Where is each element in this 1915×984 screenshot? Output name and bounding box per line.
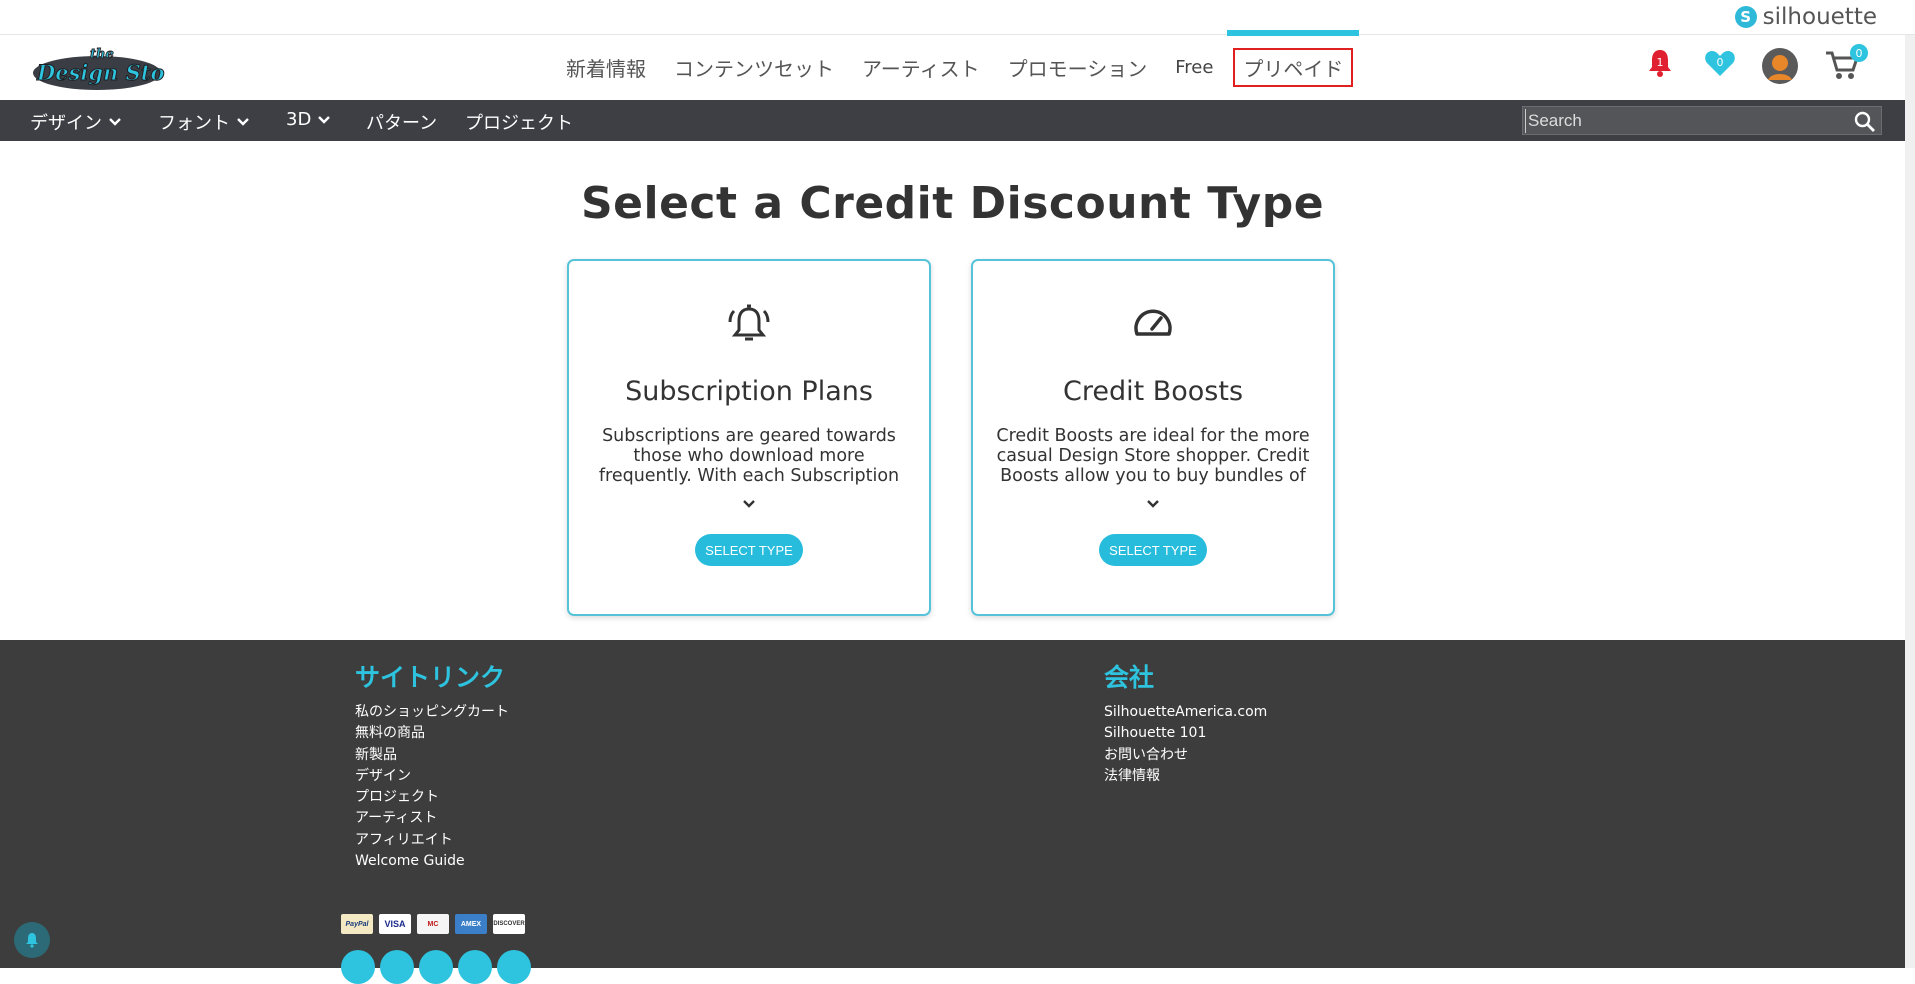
top-bar: S silhouette (0, 0, 1915, 35)
footer-link-legal[interactable]: 法律情報 (1104, 766, 1267, 787)
search-icon[interactable] (1853, 110, 1877, 134)
subnav-patterns-label: パターン (366, 113, 438, 134)
subnav-projects-label: プロジェクト (465, 113, 573, 134)
subnav-3d-label: 3D (286, 109, 312, 130)
nav-prepaid[interactable]: プリペイド (1227, 30, 1360, 87)
discover-icon: DISCOVER (493, 914, 525, 934)
cart-icon: 0 (1826, 44, 1868, 79)
pinterest-icon[interactable] (419, 950, 453, 984)
credit-boosts-card[interactable]: Credit Boosts Credit Boosts are ideal fo… (971, 259, 1335, 616)
bell-icon (26, 933, 38, 948)
card-description: Credit Boosts are ideal for the more cas… (996, 426, 1310, 486)
scrollbar[interactable] (1905, 35, 1915, 968)
subnav-fonts[interactable]: フォント (158, 109, 250, 135)
footer-sitelinks-heading: サイトリンク (355, 663, 506, 692)
footer-link-silhouette-america[interactable]: SilhouetteAmerica.com (1104, 702, 1267, 723)
nav-new[interactable]: 新着情報 (566, 53, 646, 82)
footer-link-artists[interactable]: アーティスト (355, 808, 509, 829)
silhouette-brand[interactable]: S silhouette (1734, 4, 1877, 30)
account-button[interactable] (1762, 48, 1798, 89)
footer-link-new[interactable]: 新製品 (355, 745, 509, 766)
footer-company-heading: 会社 (1104, 663, 1155, 692)
card-title: Credit Boosts (1062, 376, 1244, 407)
footer-link-welcome-guide[interactable]: Welcome Guide (355, 851, 509, 872)
chevron-down-icon (318, 115, 331, 124)
footer-company: 会社 SilhouetteAmerica.com Silhouette 101 … (1104, 658, 1267, 787)
card-icon-wrap (973, 301, 1333, 347)
notifications-button[interactable]: 1 (1645, 47, 1675, 84)
card-title: Subscription Plans (625, 376, 873, 407)
footer: サイトリンク 私のショッピングカート 無料の商品 新製品 デザイン プロジェクト… (0, 640, 1905, 984)
subnav-fonts-label: フォント (158, 113, 230, 134)
expand-toggle[interactable] (973, 498, 1333, 510)
social-links (341, 950, 531, 984)
nav-free[interactable]: Free (1175, 57, 1213, 78)
main-nav: 新着情報 コンテンツセット アーティスト プロモーション Free プリペイド (566, 30, 1381, 100)
select-credit-boost-button[interactable]: SELECT TYPE (1099, 534, 1207, 566)
subscription-plans-card[interactable]: Subscription Plans Subscriptions are gea… (567, 259, 931, 616)
instagram-icon[interactable] (458, 950, 492, 984)
paypal-icon: PayPal (341, 914, 373, 934)
chevron-down-icon (1147, 500, 1159, 508)
footer-link-cart[interactable]: 私のショッピングカート (355, 702, 509, 723)
favorites-button[interactable]: 0 (1704, 49, 1736, 82)
nav-artists[interactable]: アーティスト (862, 53, 980, 82)
twitter-icon[interactable] (380, 950, 414, 984)
footer-link-silhouette-101[interactable]: Silhouette 101 (1104, 723, 1267, 744)
chevron-down-icon (109, 118, 121, 126)
heart-icon: 0 (1705, 51, 1735, 76)
notification-widget-button[interactable] (14, 922, 50, 958)
bell-icon: 1 (1649, 50, 1671, 77)
subnav-designs[interactable]: デザイン (30, 109, 122, 135)
logo-text-design-store: Design Store (36, 60, 165, 85)
search-box (1522, 106, 1882, 135)
category-nav: デザイン フォント 3D パターン プロジェクト (0, 100, 1905, 141)
expand-toggle[interactable] (569, 498, 929, 510)
mastercard-icon: MC (417, 914, 449, 934)
brand-name: silhouette (1762, 4, 1877, 30)
visa-icon: VISA (379, 914, 411, 934)
subnav-patterns[interactable]: パターン (366, 109, 437, 135)
avatar (1762, 48, 1798, 84)
header: the Design Store 新着情報 コンテンツセット アーティスト プロ… (0, 30, 1915, 100)
subnav-3d[interactable]: 3D (286, 109, 331, 130)
footer-sitelinks: サイトリンク 私のショッピングカート 無料の商品 新製品 デザイン プロジェクト… (355, 658, 509, 872)
nav-content-sets[interactable]: コンテンツセット (674, 53, 834, 82)
amex-icon: AMEX (455, 914, 487, 934)
cart-button[interactable]: 0 (1824, 43, 1870, 88)
chevron-down-icon (237, 118, 249, 126)
footer-link-designs[interactable]: デザイン (355, 766, 509, 787)
search-input[interactable] (1525, 109, 1845, 133)
chevron-down-icon (743, 500, 755, 508)
page-title: Select a Credit Discount Type (580, 178, 1325, 229)
favorites-count: 0 (1717, 56, 1724, 69)
footer-link-contact[interactable]: お問い合わせ (1104, 745, 1267, 766)
footer-link-free[interactable]: 無料の商品 (355, 723, 509, 744)
card-description: Subscriptions are geared towards those w… (598, 426, 900, 486)
silhouette-logo-icon: S (1734, 6, 1757, 28)
subnav-projects[interactable]: プロジェクト (465, 109, 573, 135)
subnav-designs-label: デザイン (30, 113, 102, 134)
cart-count: 0 (1856, 47, 1863, 60)
facebook-icon[interactable] (341, 950, 375, 984)
payment-methods: PayPal VISA MC AMEX DISCOVER (341, 914, 525, 934)
footer-link-projects[interactable]: プロジェクト (355, 787, 509, 808)
notifications-count: 1 (1657, 56, 1664, 69)
alarm-bell-icon (728, 304, 770, 341)
card-icon-wrap (569, 301, 929, 347)
nav-promotions[interactable]: プロモーション (1008, 53, 1148, 82)
youtube-icon[interactable] (497, 950, 531, 984)
design-store-logo[interactable]: the Design Store (30, 43, 165, 93)
select-subscription-button[interactable]: SELECT TYPE (695, 534, 803, 566)
speedometer-icon (1134, 309, 1172, 336)
footer-link-affiliate[interactable]: アフィリエイト (355, 830, 509, 851)
